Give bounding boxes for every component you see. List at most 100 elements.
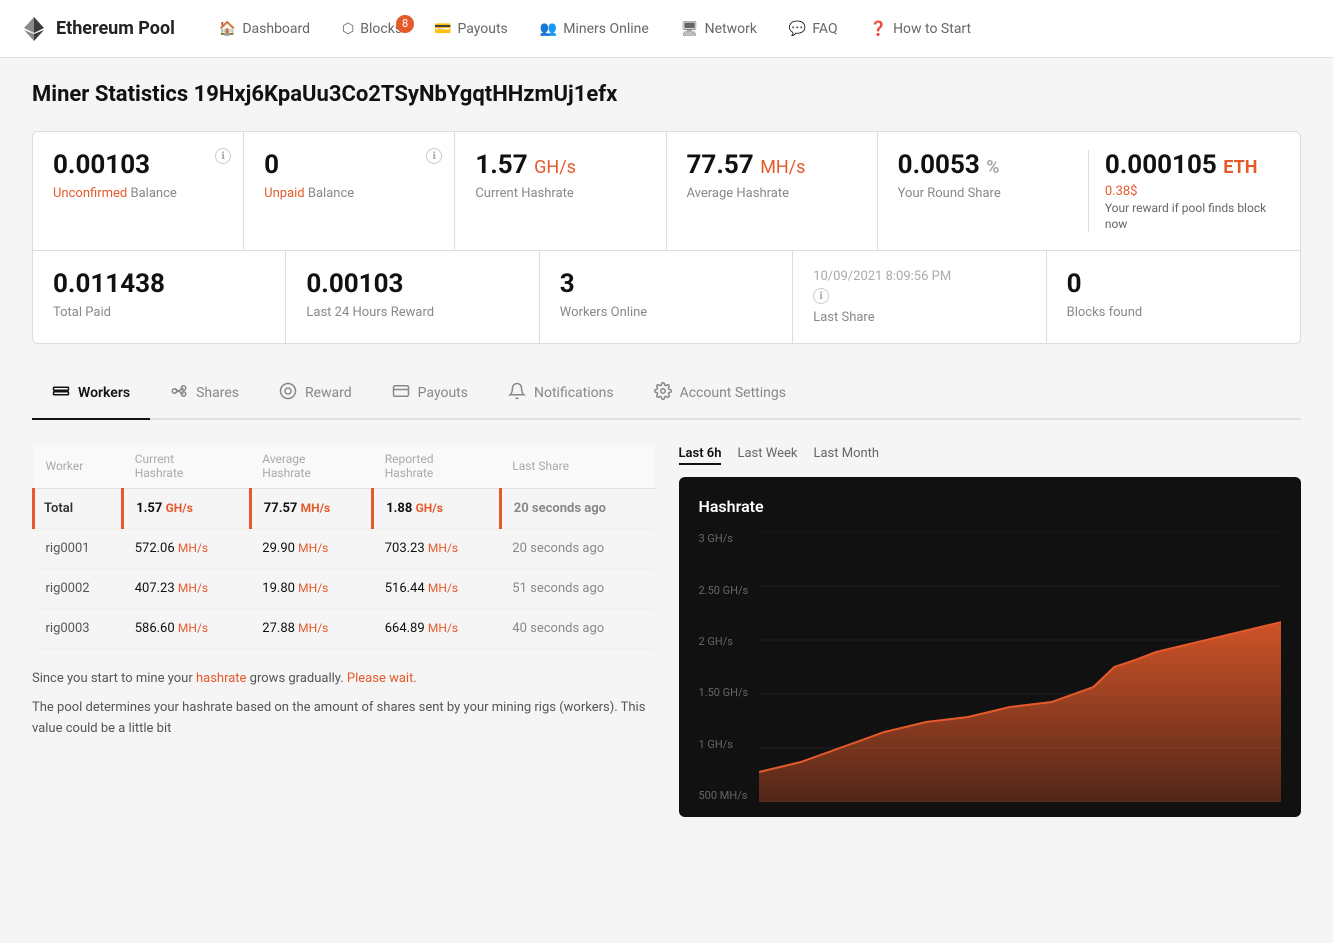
tabs: Workers Shares Reward Payouts Notificati… bbox=[32, 368, 1301, 420]
unconfirmed-label: Unconfirmed Balance bbox=[53, 186, 223, 201]
nav-payouts[interactable]: 💳 Payouts bbox=[420, 13, 522, 45]
stat-total-paid: 0.011438 Total Paid bbox=[33, 251, 286, 343]
table-row: rig0002 407.23 MH/s 19.80 MH/s 516.44 MH… bbox=[34, 569, 655, 609]
stat-round-share: 0.0053 % Your Round Share bbox=[898, 150, 1089, 232]
nav-network[interactable]: 🖥 Network bbox=[667, 13, 771, 45]
tab-workers[interactable]: Workers bbox=[32, 368, 150, 420]
unconfirmed-value: 0.00103 bbox=[53, 150, 223, 180]
total-paid-label: Total Paid bbox=[53, 305, 265, 320]
y-label-2: 2 GH/s bbox=[699, 635, 749, 648]
nav-faq[interactable]: 💬 FAQ bbox=[775, 13, 852, 45]
cell-reported-hashrate: 1.88 GH/s bbox=[373, 489, 501, 529]
nav-payouts-label: Payouts bbox=[457, 21, 507, 37]
tab-reward-label: Reward bbox=[305, 385, 352, 401]
tab-payouts[interactable]: Payouts bbox=[372, 368, 488, 420]
worker-table: Worker CurrentHashrate AverageHashrate R… bbox=[32, 444, 655, 649]
cell-current-hashrate: 1.57 GH/s bbox=[123, 489, 251, 529]
content-area: Worker CurrentHashrate AverageHashrate R… bbox=[32, 444, 1301, 817]
brand[interactable]: Ethereum Pool bbox=[20, 15, 175, 43]
cell-current-hashrate: 586.60 MH/s bbox=[123, 609, 251, 649]
y-label-0: 3 GH/s bbox=[699, 532, 749, 545]
right-panel: Last 6h Last Week Last Month Hashrate 3 … bbox=[679, 444, 1302, 817]
col-reported-hashrate: ReportedHashrate bbox=[373, 444, 501, 489]
cell-last-share: 20 seconds ago bbox=[500, 489, 654, 529]
y-label-4: 1 GH/s bbox=[699, 738, 749, 751]
cell-avg-hashrate: 19.80 MH/s bbox=[250, 569, 372, 609]
stat-workers-online: 3 Workers Online bbox=[540, 251, 793, 343]
cell-reported-hashrate: 664.89 MH/s bbox=[373, 609, 501, 649]
time-filter: Last 6h Last Week Last Month bbox=[679, 444, 1302, 465]
tab-account-settings[interactable]: Account Settings bbox=[634, 368, 806, 420]
bell-icon bbox=[508, 382, 526, 404]
hashrate-chart-svg bbox=[759, 532, 1282, 802]
blocks-badge: 8 bbox=[396, 15, 414, 33]
col-worker: Worker bbox=[34, 444, 123, 489]
y-label-1: 2.50 GH/s bbox=[699, 584, 749, 597]
cell-worker-name: rig0001 bbox=[34, 529, 123, 569]
chart-y-labels: 3 GH/s 2.50 GH/s 2 GH/s 1.50 GH/s 1 GH/s… bbox=[699, 532, 749, 802]
monitor-icon: 🖥 bbox=[681, 21, 699, 37]
tab-shares[interactable]: Shares bbox=[150, 368, 259, 420]
y-label-3: 1.50 GH/s bbox=[699, 686, 749, 699]
nav-blocks[interactable]: ⬡ Blocks 8 bbox=[328, 13, 416, 45]
nav-dashboard[interactable]: 🏠 Dashboard bbox=[205, 13, 324, 45]
main-content: Miner Statistics 19Hxj6KpaUu3Co2TSyNbYgq… bbox=[0, 58, 1333, 841]
payouts-icon bbox=[392, 382, 410, 404]
cell-last-share: 40 seconds ago bbox=[500, 609, 654, 649]
stat-last24: 0.00103 Last 24 Hours Reward bbox=[286, 251, 539, 343]
table-row: rig0003 586.60 MH/s 27.88 MH/s 664.89 MH… bbox=[34, 609, 655, 649]
tab-notifications[interactable]: Notifications bbox=[488, 368, 634, 420]
stat-unconfirmed: ℹ 0.00103 Unconfirmed Balance bbox=[33, 132, 244, 250]
stats-row-1: ℹ 0.00103 Unconfirmed Balance ℹ 0 Unpaid… bbox=[33, 132, 1300, 251]
info-icon-unpaid[interactable]: ℹ bbox=[426, 148, 442, 164]
stat-reward: 0.000105 ETH 0.38$ Your reward if pool f… bbox=[1089, 150, 1280, 232]
chart-svg-area bbox=[759, 532, 1282, 802]
info-text-1: Since you start to mine your hashrate gr… bbox=[32, 669, 655, 690]
avg-hashrate-label: Average Hashrate bbox=[687, 186, 857, 201]
cell-worker-name: rig0002 bbox=[34, 569, 123, 609]
chart-title: Hashrate bbox=[699, 497, 1282, 516]
question-icon: ❓ bbox=[870, 21, 887, 37]
please-wait-link[interactable]: Please wait. bbox=[347, 671, 417, 686]
y-label-5: 500 MH/s bbox=[699, 789, 749, 802]
last24-label: Last 24 Hours Reward bbox=[306, 305, 518, 320]
nav-items: 🏠 Dashboard ⬡ Blocks 8 💳 Payouts 👥 Miner… bbox=[205, 13, 1313, 45]
nav-miners[interactable]: 👥 Miners Online bbox=[526, 13, 663, 45]
avg-hashrate-value: 77.57 MH/s bbox=[687, 150, 857, 180]
last-share-date: 10/09/2021 8:09:56 PM bbox=[813, 269, 1025, 284]
reward-icon bbox=[279, 382, 297, 404]
stat-unpaid: ℹ 0 Unpaid Balance bbox=[244, 132, 455, 250]
left-panel: Worker CurrentHashrate AverageHashrate R… bbox=[32, 444, 655, 817]
nav-miners-label: Miners Online bbox=[563, 21, 649, 37]
gear-icon bbox=[654, 382, 672, 404]
cell-last-share: 20 seconds ago bbox=[500, 529, 654, 569]
tab-payouts-label: Payouts bbox=[418, 385, 468, 401]
time-last-week[interactable]: Last Week bbox=[737, 444, 797, 465]
blocks-found-value: 0 bbox=[1067, 269, 1280, 299]
layers-icon bbox=[52, 382, 70, 404]
info-text-2: The pool determines your hashrate based … bbox=[32, 698, 655, 740]
page-title: Miner Statistics 19Hxj6KpaUu3Co2TSyNbYgq… bbox=[32, 82, 1301, 107]
cell-avg-hashrate: 27.88 MH/s bbox=[250, 609, 372, 649]
nav-howto[interactable]: ❓ How to Start bbox=[856, 13, 985, 45]
cell-avg-hashrate: 77.57 MH/s bbox=[250, 489, 372, 529]
time-last-6h[interactable]: Last 6h bbox=[679, 444, 722, 465]
home-icon: 🏠 bbox=[219, 21, 236, 37]
reward-value: 0.000105 ETH bbox=[1105, 150, 1280, 180]
hashrate-link[interactable]: hashrate bbox=[196, 671, 246, 686]
info-icon-unconfirmed[interactable]: ℹ bbox=[215, 148, 231, 164]
nav-howto-label: How to Start bbox=[893, 21, 971, 37]
tab-reward[interactable]: Reward bbox=[259, 368, 372, 420]
wallet-icon: 💳 bbox=[434, 21, 451, 37]
round-share-label: Your Round Share bbox=[898, 186, 1072, 201]
stat-current-hashrate: 1.57 GH/s Current Hashrate bbox=[455, 132, 666, 250]
info-icon-last-share[interactable]: ℹ bbox=[813, 288, 829, 304]
stat-round-reward: 0.0053 % Your Round Share 0.000105 ETH 0… bbox=[878, 132, 1300, 250]
shares-icon bbox=[170, 382, 188, 404]
cell-last-share: 51 seconds ago bbox=[500, 569, 654, 609]
time-last-month[interactable]: Last Month bbox=[813, 444, 879, 465]
stat-blocks-found: 0 Blocks found bbox=[1047, 251, 1300, 343]
total-paid-value: 0.011438 bbox=[53, 269, 265, 299]
cell-reported-hashrate: 703.23 MH/s bbox=[373, 529, 501, 569]
cell-worker-name: Total bbox=[34, 489, 123, 529]
